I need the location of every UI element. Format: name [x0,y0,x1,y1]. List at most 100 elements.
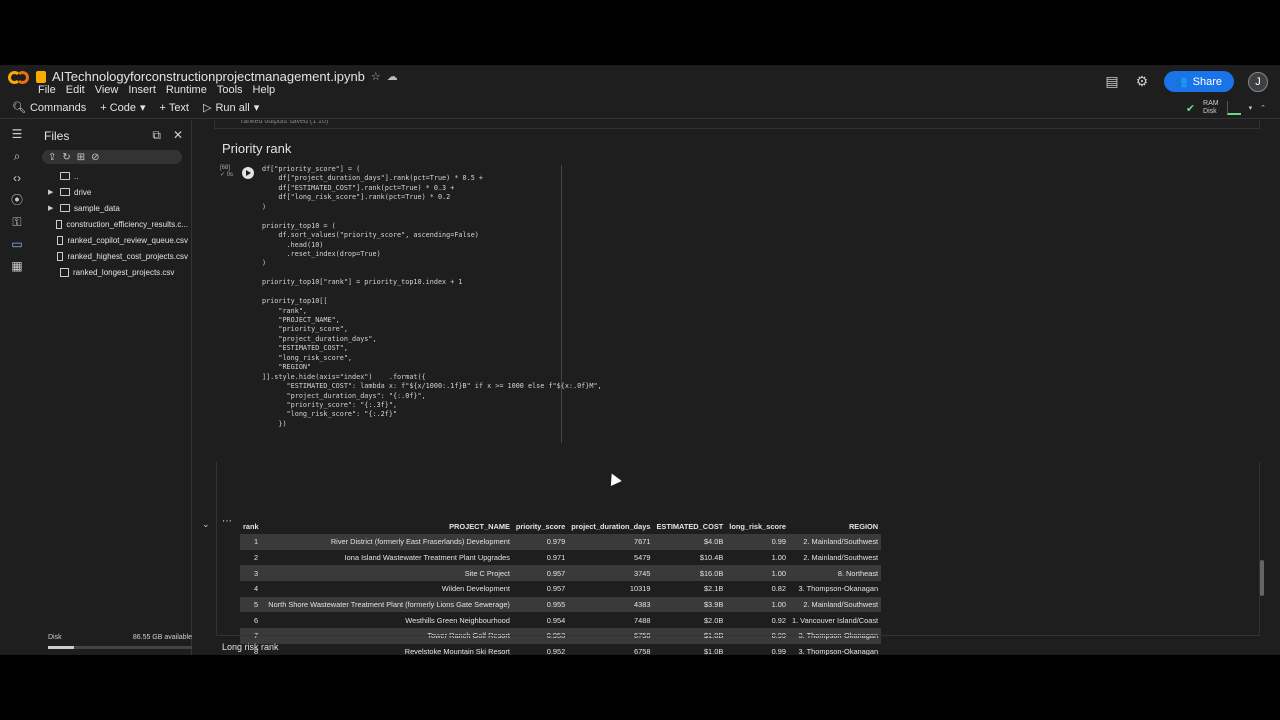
code-line: "ESTIMATED_COST", [262,344,348,353]
chevron-down-icon[interactable]: ▾ [1249,104,1253,112]
disk-usage-bar [48,646,192,649]
csv-file-icon [60,267,69,277]
disk-label: Disk [1203,108,1217,115]
notebook-toolbar: 🔍︎ Commands + Code ▾ + Text ▷ Run all ▾ [0,97,1280,119]
folder-icon [60,188,70,196]
menu-item-runtime[interactable]: Runtime [166,84,207,96]
code-line: df.sort_values("priority_score", ascendi… [262,231,479,240]
code-line: df["priority_score"] = ( [262,165,361,173]
search-icon: 🔍︎ [12,102,26,114]
files-folder-icon[interactable]: ▭ [8,236,26,252]
execution-count: [68] ✓ 0s [220,165,233,179]
code-line: "project_duration_days", [262,334,377,343]
table-of-contents-icon[interactable]: ☰ [8,126,26,142]
refresh-icon[interactable]: ↻ [62,152,70,163]
file-item[interactable]: ▶ sample_data [48,200,188,216]
avatar[interactable]: J [1248,71,1268,92]
new-folder-icon[interactable]: ⊞ [77,152,85,163]
file-item[interactable]: ranked_longest_projects.csv [48,264,188,280]
connected-check-icon: ✔ [1185,102,1196,115]
menu-item-insert[interactable]: Insert [128,84,156,96]
hide-files-icon[interactable]: ⊘ [91,152,99,163]
file-item[interactable]: construction_efficiency_results.c... [48,216,188,232]
file-name: ranked_highest_cost_projects.csv [67,251,188,261]
table-cell: Revelstoke Mountain Ski Resort [404,647,510,655]
people-icon: 👥 [1173,76,1188,88]
notebook-main: ranked outputs saved (1 10) Priority ran… [194,120,1270,655]
share-label: Share [1192,75,1222,88]
share-button[interactable]: 👥 Share [1163,71,1234,92]
chevron-down-icon[interactable]: ▾ [140,101,146,114]
left-rail: ☰ ⌕ ‹› ⦿ ⚿ ▭ ▦ [0,120,34,655]
menu-item-tools[interactable]: Tools [217,84,243,96]
menu-item-file[interactable]: File [38,84,56,96]
collapse-header-icon[interactable]: ⌃ [1260,104,1266,112]
csv-file-icon [57,251,64,261]
settings-gear-icon[interactable]: ⚙ [1134,73,1150,90]
comments-icon[interactable]: ▤ [1104,73,1120,90]
chevron-down-icon[interactable]: ▾ [254,101,260,114]
open-in-tab-icon[interactable]: ⧉ [152,128,161,143]
code-line: priority_top10["rank"] = priority_top10.… [262,278,463,287]
expand-arrow-icon[interactable]: ▶ [48,188,56,196]
add-code-button[interactable]: + Code ▾ [100,101,146,115]
section-heading-priority-rank: Priority rank [222,141,292,156]
previous-cell-output: ranked outputs saved (1 10) [214,120,1260,129]
star-icon[interactable]: ☆ [371,70,381,83]
code-line: df["project_duration_days"].rank(pct=Tru… [262,174,483,183]
exec-time: 0s [226,172,234,178]
code-line: .head(10) [262,240,324,249]
menu-item-view[interactable]: View [95,84,119,96]
file-item[interactable]: ▶ drive [48,184,188,200]
file-name: ranked_copilot_review_queue.csv [67,235,188,245]
collapse-output-icon[interactable]: ⌄ [202,519,210,530]
main-scrollbar[interactable] [1260,560,1264,596]
resource-indicator[interactable]: ✔ RAM Disk ▾ ⌃ [1186,100,1266,116]
disk-usage-label: Disk [48,634,62,641]
run-cell-button[interactable] [242,167,254,179]
file-item[interactable]: .. [48,168,188,184]
file-name: ranked_longest_projects.csv [73,267,175,277]
data-table-icon[interactable]: ▦ [8,258,26,274]
variables-icon[interactable]: ⦿ [8,192,26,208]
run-all-button[interactable]: ▷ Run all ▾ [203,101,260,115]
upload-icon[interactable]: ⇪ [48,152,56,163]
folder-icon [60,172,70,180]
disk-available: 86.55 GB available [132,634,192,641]
code-snippets-icon[interactable]: ‹› [8,170,26,186]
cloud-saved-icon[interactable]: ☁ [387,70,398,83]
file-tree: .. ▶ drive ▶ sample_data construction_efficie… [48,168,188,280]
code-line: "project_duration_days": "{:.0f}", [262,391,426,400]
close-icon[interactable]: ✕ [173,128,183,143]
code-line: ) [262,259,267,268]
secrets-key-icon[interactable]: ⚿ [8,214,26,230]
expand-arrow-icon[interactable]: ▶ [48,204,56,212]
code-editor[interactable]: df["priority_score"] = ( df["project_dur… [262,165,602,443]
table-cell: 6758 [634,647,651,655]
commands-button[interactable]: 🔍︎ Commands [12,101,86,115]
files-panel-title: Files [44,129,70,143]
menu-item-help[interactable]: Help [253,84,276,96]
code-line: priority_top10 = ( [262,221,336,230]
menu-item-edit[interactable]: Edit [66,84,85,96]
code-line: priority_top10[[ [262,297,328,306]
find-replace-icon[interactable]: ⌕ [8,148,26,164]
notebook-title[interactable]: AITechnologyforconstructionprojectmanage… [52,69,365,84]
code-line: "priority_score", [262,325,348,334]
disk-usage: Disk 86.55 GB available [48,634,192,641]
output-area [216,462,1260,636]
add-text-label: + Text [159,101,189,114]
code-line: .reset_index(drop=True) [262,249,381,258]
code-cell[interactable]: [68] ✓ 0s df["priority_score"] = ( df["p… [216,163,1260,453]
file-name: drive [74,187,92,197]
file-item[interactable]: ranked_highest_cost_projects.csv [48,248,188,264]
add-code-label: + Code [100,101,136,114]
add-text-button[interactable]: + Text [160,102,189,114]
code-line: }) [262,419,287,428]
file-item[interactable]: ranked_copilot_review_queue.csv [48,232,188,248]
table-row: 8 Revelstoke Mountain Ski Resort 0.952 6758… [240,644,881,655]
colab-logo[interactable] [8,71,30,85]
code-line: "PROJECT_NAME", [262,316,340,324]
csv-file-icon [56,219,63,229]
